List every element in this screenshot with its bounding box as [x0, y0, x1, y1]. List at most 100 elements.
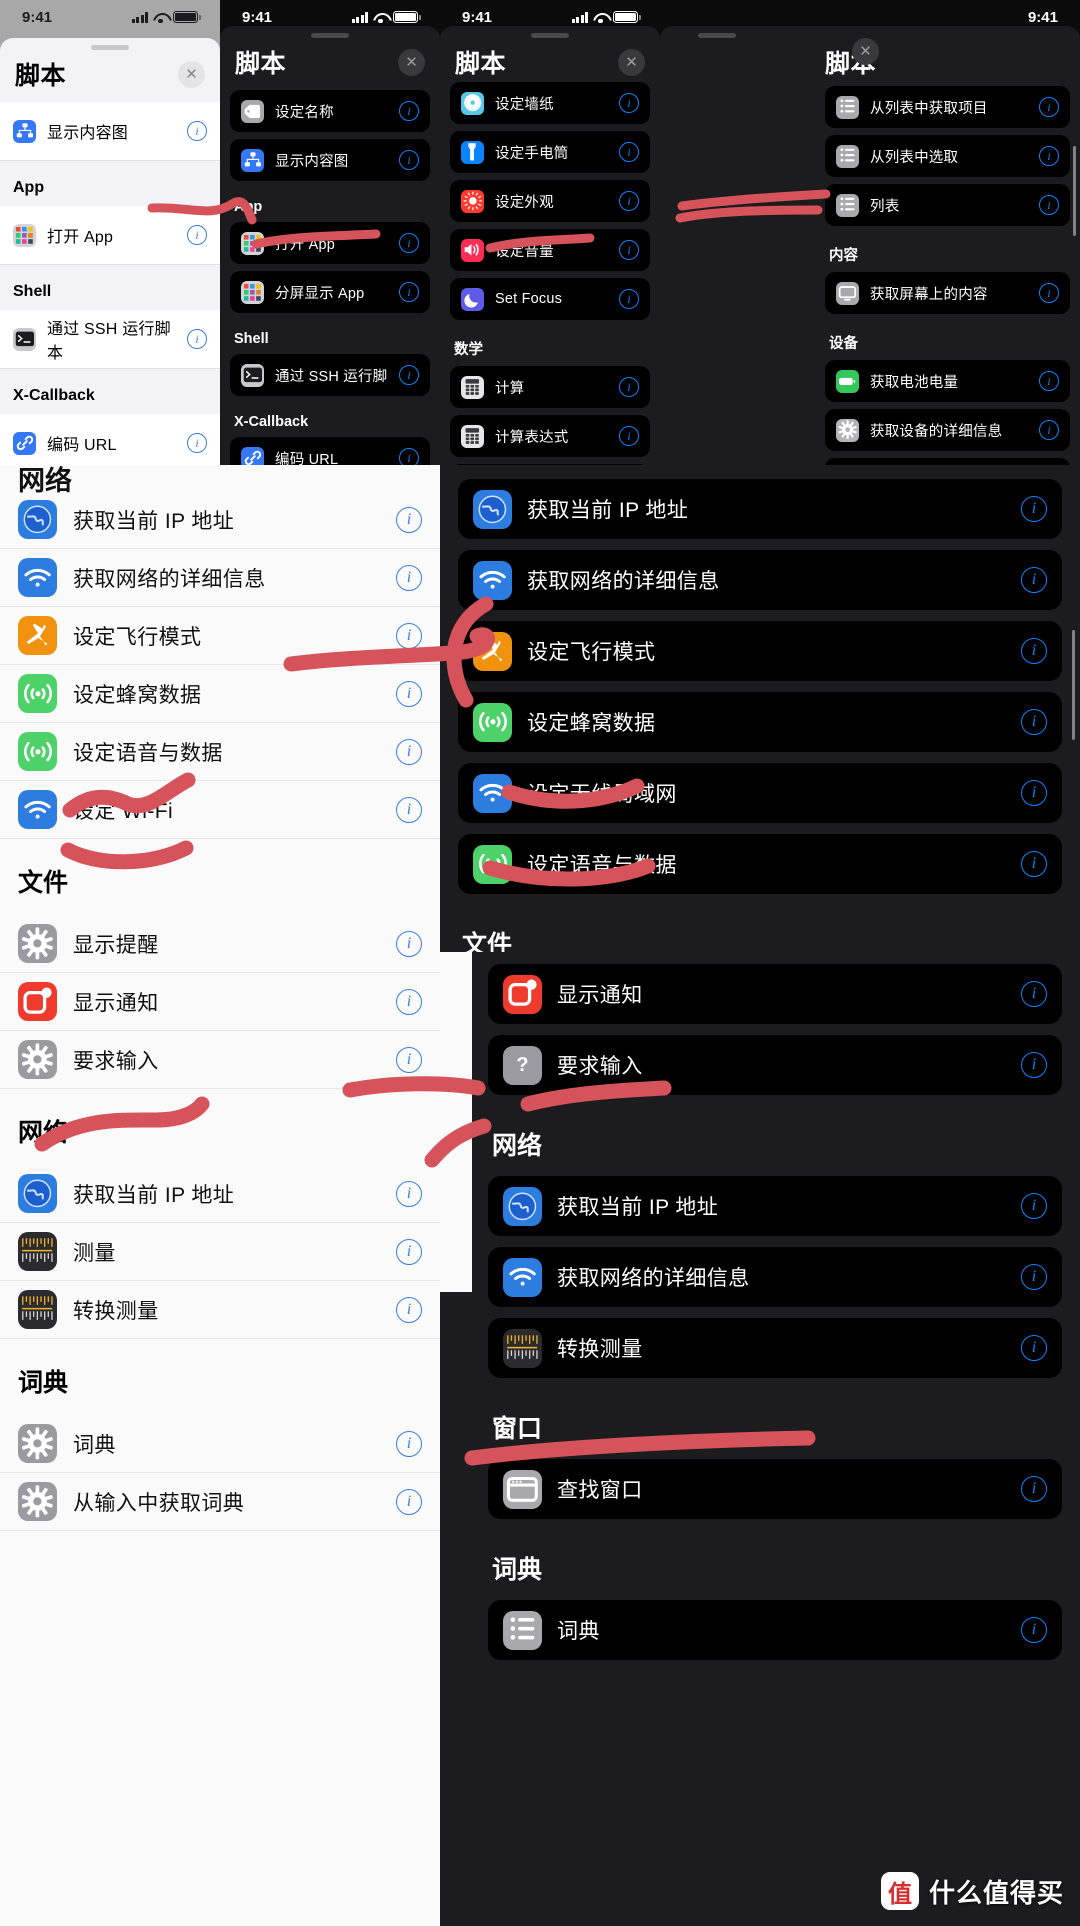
action-row[interactable]: 打开 App i: [0, 206, 220, 265]
action-row[interactable]: 获取当前 IP 地址 i: [488, 1176, 1062, 1236]
info-icon[interactable]: i: [1039, 146, 1059, 166]
info-icon[interactable]: i: [1039, 420, 1059, 440]
action-row[interactable]: 显示通知 i: [488, 964, 1062, 1024]
action-row[interactable]: 设定外观 i: [450, 180, 650, 222]
info-icon[interactable]: i: [396, 1238, 422, 1265]
action-row[interactable]: 获取当前 IP 地址 i: [0, 1165, 440, 1223]
action-row[interactable]: 设定音量 i: [450, 229, 650, 271]
action-row[interactable]: 设定飞行模式 i: [0, 607, 440, 665]
action-row[interactable]: 显示内容图 i: [0, 102, 220, 161]
action-row[interactable]: 打开 App i: [230, 222, 430, 264]
info-icon[interactable]: i: [396, 506, 422, 533]
action-row[interactable]: 计算表达式 i: [450, 415, 650, 457]
action-row[interactable]: 设定 Wi-Fi i: [0, 781, 440, 839]
action-row[interactable]: 设定无线局域网 i: [458, 763, 1062, 823]
info-icon[interactable]: i: [619, 426, 639, 446]
action-row[interactable]: Set Focus i: [450, 278, 650, 320]
action-row[interactable]: 设定语音与数据 i: [458, 834, 1062, 894]
action-row[interactable]: 计算 i: [450, 366, 650, 408]
action-row[interactable]: 获取当前 IP 地址 i: [458, 479, 1062, 539]
info-icon[interactable]: i: [396, 622, 422, 649]
info-icon[interactable]: i: [619, 377, 639, 397]
action-row[interactable]: 从列表中获取项目 i: [825, 86, 1070, 128]
info-icon[interactable]: i: [1039, 97, 1059, 117]
info-icon[interactable]: i: [396, 988, 422, 1015]
info-icon[interactable]: i: [1039, 195, 1059, 215]
info-icon[interactable]: i: [187, 433, 207, 453]
action-row[interactable]: 通过 SSH 运行脚本 i: [0, 310, 220, 369]
info-icon[interactable]: i: [399, 233, 419, 253]
info-icon[interactable]: i: [1021, 1617, 1047, 1643]
panel7-list[interactable]: 显示通知 i? 要求输入 i 网络 获取当前 IP 地址 i 获取网络的详细信息 i 转换测量 i 窗…: [470, 952, 1080, 1660]
info-icon[interactable]: i: [396, 680, 422, 707]
info-icon[interactable]: i: [1021, 567, 1047, 593]
info-icon[interactable]: i: [1039, 283, 1059, 303]
info-icon[interactable]: i: [399, 101, 419, 121]
info-icon[interactable]: i: [1021, 1476, 1047, 1502]
action-row[interactable]: 显示内容图 i: [230, 139, 430, 181]
action-row[interactable]: 设定墙纸 i: [450, 82, 650, 124]
action-row[interactable]: 从列表中选取 i: [825, 135, 1070, 177]
action-row[interactable]: ? 要求输入 i: [488, 1035, 1062, 1095]
info-icon[interactable]: i: [396, 1046, 422, 1073]
info-icon[interactable]: i: [399, 282, 419, 302]
info-icon[interactable]: i: [1021, 496, 1047, 522]
info-icon[interactable]: i: [1021, 709, 1047, 735]
info-icon[interactable]: i: [619, 191, 639, 211]
info-icon[interactable]: i: [396, 1180, 422, 1207]
panel2-list[interactable]: 设定名称 i 显示内容图 i App 打开 App i 分屏显示 App i Shell 通过 SS…: [220, 90, 440, 480]
action-row[interactable]: 通过 SSH 运行脚本 i: [230, 354, 430, 396]
panel5-list[interactable]: 获取当前 IP 地址 i 获取网络的详细信息 i 设定飞行模式 i 设定蜂窝数据 i 设定语音与…: [0, 491, 440, 1531]
info-icon[interactable]: i: [1021, 851, 1047, 877]
action-row[interactable]: 获取网络的详细信息 i: [0, 549, 440, 607]
action-row[interactable]: 要求输入 i: [0, 1031, 440, 1089]
action-row[interactable]: 设定手电筒 i: [450, 131, 650, 173]
close-icon[interactable]: ✕: [618, 48, 645, 76]
action-row[interactable]: 从输入中获取词典 i: [0, 1473, 440, 1531]
info-icon[interactable]: i: [1021, 780, 1047, 806]
info-icon[interactable]: i: [1021, 1264, 1047, 1290]
info-icon[interactable]: i: [1021, 981, 1047, 1007]
info-icon[interactable]: i: [399, 365, 419, 385]
action-row[interactable]: 获取网络的详细信息 i: [458, 550, 1062, 610]
close-icon[interactable]: ✕: [852, 38, 879, 65]
action-row[interactable]: 设定语音与数据 i: [0, 723, 440, 781]
action-row[interactable]: 查找窗口 i: [488, 1459, 1062, 1519]
info-icon[interactable]: i: [396, 564, 422, 591]
action-row[interactable]: 转换测量 i: [0, 1281, 440, 1339]
info-icon[interactable]: i: [396, 1296, 422, 1323]
info-icon[interactable]: i: [1021, 1193, 1047, 1219]
info-icon[interactable]: i: [396, 1430, 422, 1457]
info-icon[interactable]: i: [396, 796, 422, 823]
info-icon[interactable]: i: [187, 121, 207, 141]
scrollbar[interactable]: [1073, 146, 1076, 236]
panel1-list[interactable]: 显示内容图 i App 打开 App i Shell 通过 SSH 运行脚本 i X-Callb…: [0, 102, 220, 480]
info-icon[interactable]: i: [619, 240, 639, 260]
panel4-list[interactable]: 从列表中获取项目 i 从列表中选取 i 列表 i 内容 获取屏幕上的内容 i 设备 获取电池电量 i 获…: [815, 86, 1080, 480]
info-icon[interactable]: i: [396, 738, 422, 765]
info-icon[interactable]: i: [187, 225, 207, 245]
action-row[interactable]: 获取屏幕上的内容 i: [825, 272, 1070, 314]
action-row[interactable]: 设定名称 i: [230, 90, 430, 132]
panel6-list[interactable]: 获取当前 IP 地址 i 获取网络的详细信息 i 设定飞行模式 i 设定蜂窝数据 i 设定无线局…: [440, 465, 1080, 975]
info-icon[interactable]: i: [1021, 638, 1047, 664]
info-icon[interactable]: i: [1039, 371, 1059, 391]
close-icon[interactable]: ✕: [398, 48, 425, 76]
action-row[interactable]: 测量 i: [0, 1223, 440, 1281]
info-icon[interactable]: i: [399, 150, 419, 170]
scrollbar[interactable]: [1072, 630, 1075, 740]
action-row[interactable]: 转换测量 i: [488, 1318, 1062, 1378]
action-row[interactable]: 显示提醒 i: [0, 915, 440, 973]
info-icon[interactable]: i: [619, 142, 639, 162]
action-row[interactable]: 设定蜂窝数据 i: [0, 665, 440, 723]
info-icon[interactable]: i: [396, 1488, 422, 1515]
action-row[interactable]: 词典 i: [0, 1415, 440, 1473]
info-icon[interactable]: i: [1021, 1335, 1047, 1361]
info-icon[interactable]: i: [619, 93, 639, 113]
action-row[interactable]: 列表 i: [825, 184, 1070, 226]
action-row[interactable]: 获取当前 IP 地址 i: [0, 491, 440, 549]
action-row[interactable]: 词典 i: [488, 1600, 1062, 1660]
info-icon[interactable]: i: [396, 930, 422, 957]
action-row[interactable]: 分屏显示 App i: [230, 271, 430, 313]
info-icon[interactable]: i: [1021, 1052, 1047, 1078]
